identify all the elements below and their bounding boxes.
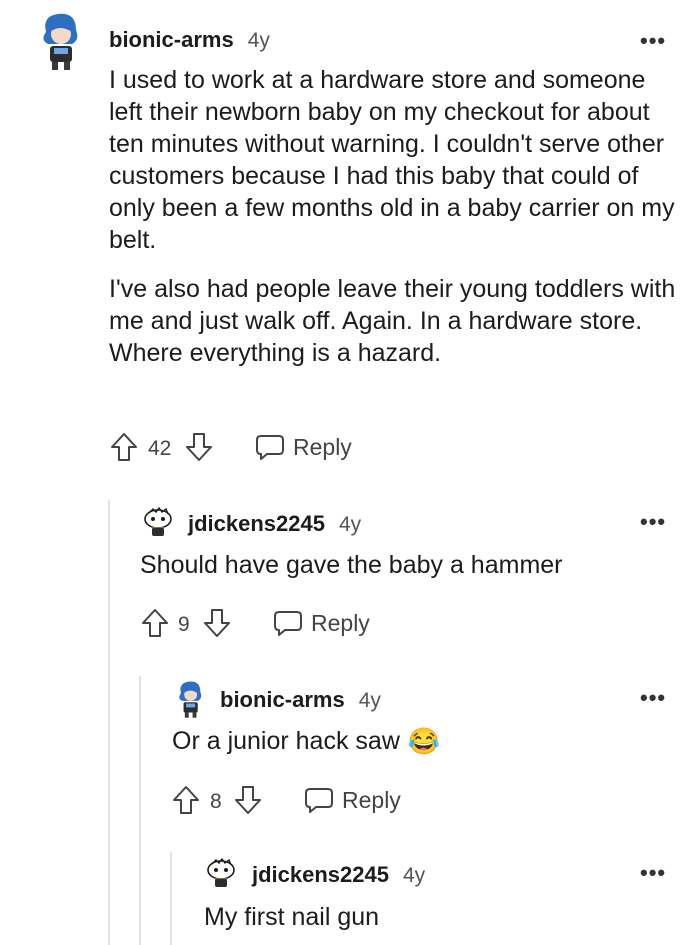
avatar[interactable] xyxy=(172,679,208,719)
avatar[interactable] xyxy=(36,10,84,72)
reply-button[interactable]: Reply xyxy=(255,433,352,461)
comment-age: 4y xyxy=(358,689,381,712)
comment-age: 4y xyxy=(402,864,426,887)
comment-age: 4y xyxy=(338,513,362,536)
author-name[interactable]: jdickens2245 xyxy=(252,862,389,888)
comment-age: 4y xyxy=(247,29,270,52)
more-options-icon[interactable]: ••• xyxy=(640,862,666,884)
comment-paragraph: I've also had people leave their young t… xyxy=(109,275,676,367)
comment-body: Or a junior hack saw 😂 xyxy=(172,725,672,757)
comment-bubble-icon xyxy=(304,786,334,814)
author-name[interactable]: bionic-arms xyxy=(109,27,234,53)
reply-button[interactable]: Reply xyxy=(273,609,370,637)
comment: jdickens2245 4y ••• Should have gave the… xyxy=(0,495,700,655)
comment-text: Or a junior hack saw xyxy=(172,727,400,755)
downvote-icon[interactable] xyxy=(234,785,262,815)
reply-label: Reply xyxy=(342,786,401,813)
reply-label: Reply xyxy=(293,433,352,460)
downvote-icon[interactable] xyxy=(203,608,231,638)
upvote-icon[interactable] xyxy=(141,608,169,638)
vote-count: 42 xyxy=(148,437,172,460)
reply-label: Reply xyxy=(311,609,370,636)
comment-bubble-icon xyxy=(255,433,285,461)
upvote-icon[interactable] xyxy=(172,785,200,815)
comment-body: My first nail gun xyxy=(204,903,380,931)
comment: jdickens2245 4y ••• My first nail gun xyxy=(0,848,700,945)
comment-bubble-icon xyxy=(273,609,303,637)
reply-button[interactable]: Reply xyxy=(304,786,401,814)
downvote-icon[interactable] xyxy=(185,432,213,462)
avatar[interactable] xyxy=(141,505,175,539)
vote-count: 9 xyxy=(178,613,190,636)
author-name[interactable]: jdickens2245 xyxy=(188,511,325,537)
comment-body: Should have gave the baby a hammer xyxy=(140,551,563,579)
comment-paragraph: I used to work at a hardware store and s… xyxy=(109,66,675,254)
vote-count: 8 xyxy=(210,790,222,813)
more-options-icon[interactable]: ••• xyxy=(640,30,666,52)
avatar[interactable] xyxy=(204,856,238,890)
upvote-icon[interactable] xyxy=(110,432,138,462)
laughing-emoji-icon: 😂 xyxy=(407,726,441,756)
more-options-icon[interactable]: ••• xyxy=(640,687,666,709)
comment: bionic-arms 4y ••• I used to work at a h… xyxy=(0,0,700,480)
comment-body: I used to work at a hardware store and s… xyxy=(109,64,679,369)
more-options-icon[interactable]: ••• xyxy=(640,511,666,533)
author-name[interactable]: bionic-arms xyxy=(220,687,345,713)
comment: bionic-arms 4y ••• Or a junior hack saw … xyxy=(0,671,700,831)
